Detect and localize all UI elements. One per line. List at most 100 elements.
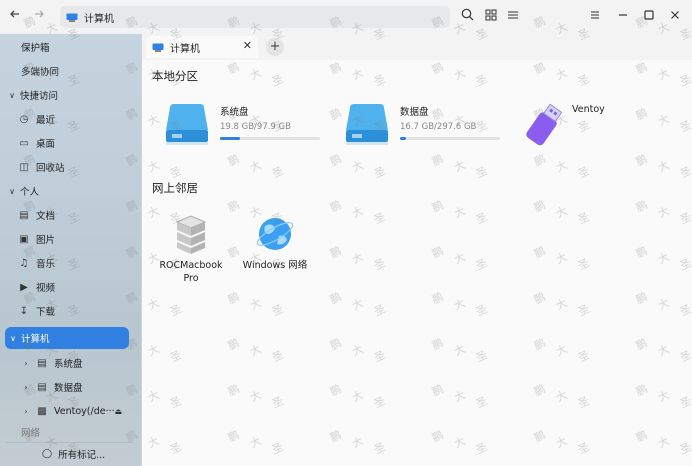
sidebar-item-label: 网络 [21, 428, 41, 439]
title-bar: 计算机 [0, 0, 692, 34]
drive-data-disk[interactable]: 数据盘 16.7 GB/297.6 GB [342, 104, 512, 164]
sidebar-group-label: 快捷访问 [20, 91, 59, 102]
minimize-button[interactable] [614, 8, 632, 26]
sidebar-item-trash[interactable]: ◫ 回收站 [0, 156, 136, 178]
close-window-button[interactable] [666, 8, 684, 26]
drive-usage-fill [220, 137, 240, 140]
sidebar-item-label: 多端协同 [21, 67, 60, 78]
drive-ventoy[interactable]: Ventoy [518, 103, 648, 164]
sidebar-item-pictures[interactable]: ▣ 图片 [0, 228, 136, 250]
sidebar-item-downloads[interactable]: ↧ 下载 [0, 300, 136, 322]
network-neighborhood-title: 网上邻居 [152, 181, 198, 195]
chevron-right-icon: › [24, 382, 28, 392]
drive-size: 19.8 GB/97.9 GB [220, 122, 291, 132]
usb-icon: ▩ [37, 405, 47, 417]
network-item-windows[interactable]: Windows 网络 [230, 212, 320, 272]
sidebar-item-computer[interactable]: ∨ 计算机 [5, 327, 129, 349]
sidebar-item-network[interactable]: 网络 [0, 424, 136, 440]
picture-icon: ▣ [19, 233, 29, 245]
arrow-right-icon [35, 10, 44, 18]
menu-button[interactable] [586, 8, 604, 26]
disk-icon: ▤ [37, 357, 47, 369]
sidebar-item-label: 计算机 [21, 334, 50, 345]
sidebar-item-videos[interactable]: ▶ 视频 [0, 276, 136, 298]
music-icon: ♫ [19, 257, 29, 269]
sidebar-item-safe[interactable]: 保护箱 [0, 36, 136, 58]
download-icon: ↧ [19, 305, 29, 317]
tag-icon: ◯ [42, 448, 53, 459]
sidebar-item-label: 下载 [36, 307, 56, 318]
sidebar-item-data-disk[interactable]: › ▤ 数据盘 [0, 376, 136, 398]
sidebar-item-label: 图片 [36, 235, 56, 246]
network-item-rocmacbookpro[interactable]: ROCMacbookPro [146, 212, 236, 285]
tab-bar: 计算机 ✕ + [142, 34, 692, 60]
sidebar-item-label: Ventoy(/de··· [54, 405, 115, 417]
sidebar-item-label: 回收站 [36, 163, 65, 174]
drive-size: 16.7 GB/297.6 GB [400, 122, 477, 132]
sidebar-item-label: 最近 [36, 115, 56, 126]
sidebar-item-label: 视频 [36, 283, 56, 294]
tab-computer[interactable]: 计算机 ✕ [146, 36, 258, 58]
back-button[interactable] [6, 8, 24, 26]
sidebar-item-ventoy[interactable]: › ▩ Ventoy(/de··· ⏏ [0, 400, 136, 422]
tab-label: 计算机 [170, 43, 200, 55]
chevron-down-icon: ∨ [10, 333, 16, 343]
document-icon: ▤ [19, 209, 29, 221]
chevron-right-icon: › [24, 406, 28, 416]
desktop-icon: ▭ [19, 137, 29, 149]
address-bar[interactable]: 计算机 [60, 6, 450, 28]
main-content: 本地分区 系统盘 19.8 GB/97.9 GB 数据盘 16.7 GB/297… [142, 60, 692, 466]
sidebar-item-desktop[interactable]: ▭ 桌面 [0, 132, 136, 154]
sidebar-item-documents[interactable]: ▤ 文档 [0, 204, 136, 226]
drive-name: 数据盘 [400, 107, 429, 118]
network-item-label: ROCMacbookPro [159, 260, 223, 284]
usb-drive-icon [526, 103, 563, 146]
grid-view-icon [485, 9, 497, 21]
search-button[interactable] [458, 8, 476, 26]
trash-icon: ◫ [19, 161, 29, 173]
disk-icon: ▤ [37, 381, 47, 393]
close-icon [671, 11, 679, 19]
file-manager-window: 计算机 保护箱 多端协同 ∨ 快捷访问 ◷ 最近 ▭ 桌面 ◫ 回收站 ∨ 个人… [0, 0, 692, 466]
sidebar-item-music[interactable]: ♫ 音乐 [0, 252, 136, 274]
sidebar-item-label: 数据盘 [54, 383, 83, 394]
globe-icon [256, 218, 294, 250]
sidebar-item-label: 文档 [36, 211, 56, 222]
sidebar-item-system-disk[interactable]: › ▤ 系统盘 [0, 352, 136, 374]
grid-view-button[interactable] [482, 8, 500, 26]
computer-icon [66, 13, 78, 22]
chevron-down-icon: ∨ [9, 90, 15, 100]
drive-system-disk[interactable]: 系统盘 19.8 GB/97.9 GB [162, 104, 332, 164]
list-view-button[interactable] [504, 8, 522, 26]
network-item-label: Windows 网络 [242, 260, 308, 271]
menu-icon [591, 11, 599, 19]
sidebar-group-label: 个人 [20, 187, 40, 198]
clock-icon: ◷ [19, 113, 29, 125]
add-tab-button[interactable]: + [266, 38, 284, 56]
sidebar-item-label: 桌面 [36, 139, 56, 150]
forward-button[interactable] [30, 8, 48, 26]
arrow-left-icon [10, 10, 19, 18]
close-tab-icon[interactable]: ✕ [243, 39, 252, 52]
sidebar: 保护箱 多端协同 ∨ 快捷访问 ◷ 最近 ▭ 桌面 ◫ 回收站 ∨ 个人 ▤ 文… [0, 34, 142, 466]
minimize-icon [619, 14, 627, 16]
plus-icon: + [269, 39, 281, 54]
sidebar-item-recent[interactable]: ◷ 最近 [0, 108, 136, 130]
maximize-icon [644, 10, 654, 20]
sidebar-item-multi[interactable]: 多端协同 [0, 60, 136, 82]
list-view-icon [508, 11, 518, 19]
video-icon: ▶ [20, 281, 28, 293]
eject-icon[interactable]: ⏏ [114, 407, 122, 416]
computer-icon [152, 43, 164, 52]
drive-usage-fill [400, 137, 406, 140]
sidebar-group-personal[interactable]: ∨ 个人 [0, 180, 136, 202]
all-tags-label: 所有标记... [58, 449, 106, 461]
hard-drive-icon [166, 104, 208, 145]
address-text: 计算机 [84, 13, 114, 25]
drive-name: 系统盘 [220, 107, 249, 118]
maximize-button[interactable] [640, 8, 658, 26]
sidebar-group-quick-access[interactable]: ∨ 快捷访问 [0, 84, 136, 106]
drive-name: Ventoy [572, 104, 605, 115]
all-tags-button[interactable]: ◯ 所有标记... [6, 442, 134, 464]
drive-usage-bar [220, 137, 320, 140]
